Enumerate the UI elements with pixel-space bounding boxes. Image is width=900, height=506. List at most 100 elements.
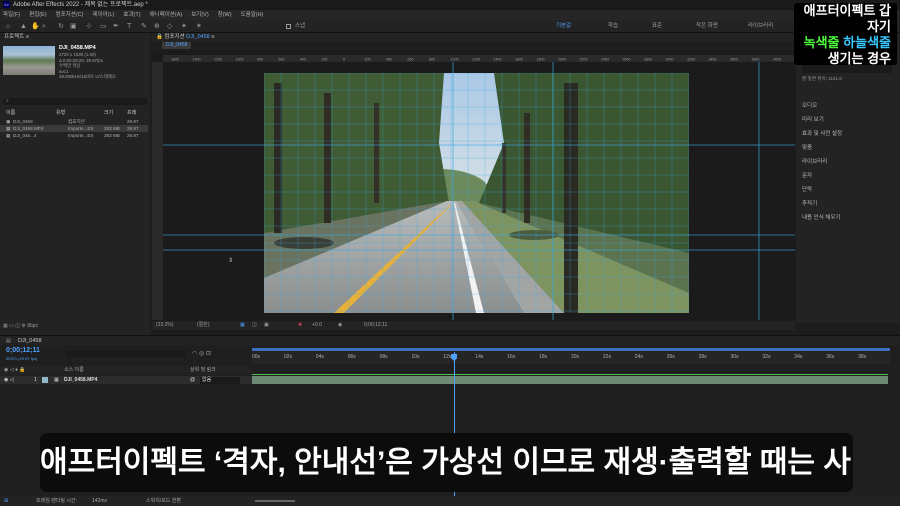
timeline-tab[interactable]: DJI_0458 <box>18 337 42 345</box>
menu-item-1[interactable]: 편집(E) <box>29 12 46 18</box>
rectangle-tool-icon[interactable]: ▭ <box>100 23 107 30</box>
layer-label-color[interactable] <box>42 377 48 383</box>
vertical-ruler[interactable] <box>152 62 163 320</box>
menu-item-6[interactable]: 보기(V) <box>191 12 208 18</box>
viewer-timecode[interactable]: 0;00;12;11 <box>364 321 387 330</box>
layer-visibility-icon[interactable]: ◉ ◁ <box>4 376 14 384</box>
shy-icon[interactable]: ◠ <box>192 351 197 357</box>
snap-checkbox[interactable] <box>286 24 291 29</box>
interpret-footage-icon[interactable]: ▦ <box>3 323 8 329</box>
panel-item[interactable]: 추적기 <box>802 199 817 207</box>
snapshot-icon[interactable]: ◉ <box>338 321 342 330</box>
puppet-tool-icon[interactable]: ✶ <box>196 23 203 30</box>
layer-name[interactable]: DJI_0458.MP4 <box>64 376 97 384</box>
project-item[interactable]: ▣ DJI_0458 컴포지션 29.97 <box>0 118 148 125</box>
motion-blur-icon[interactable]: ◎ <box>199 351 204 357</box>
comp-breadcrumb[interactable]: DJI_0458 <box>162 42 192 49</box>
panel-item[interactable]: 문자 <box>802 171 812 179</box>
time-ruler[interactable]: 00s 02s 04s 06s 08s 10s 12s 14s 16s 18s 20s 22s 24s 2… <box>252 352 890 364</box>
panel-item[interactable]: 내용 인식 채우기 <box>802 213 840 221</box>
transparency-grid-icon[interactable]: ▣ <box>264 321 269 330</box>
time-tick-label: 38s <box>858 354 867 360</box>
parent-header[interactable]: 상위 및 링크 <box>190 366 216 375</box>
menu-item-2[interactable]: 컴포지션(C) <box>56 12 84 18</box>
source-name-header[interactable]: 소스 이름 <box>64 366 84 375</box>
timeline-footer: ⊞ 프레임 렌더링 시간: 142ms 스위치/모드 전환 <box>0 496 900 506</box>
current-time[interactable]: 0;00;12;11 <box>6 347 40 354</box>
comp-flowchart-icon[interactable]: ⊞ <box>4 496 8 506</box>
work-area-bar[interactable] <box>252 348 890 351</box>
banner-line-3: 생기는 경우 <box>827 51 891 66</box>
ruler-tick-label: 0 <box>343 58 345 62</box>
banner-blue-word: 하늘색줄 <box>843 35 891 50</box>
horizontal-ruler[interactable]: 1600 1400 1200 1000 800 600 400 200 0 200 400 600 80… <box>163 55 795 62</box>
project-panel-header[interactable]: 프로젝트 ≡ <box>0 33 150 42</box>
render-time-label: 프레임 렌더링 시간: <box>36 498 77 504</box>
parent-pickwhip-icon[interactable]: @ <box>190 376 195 384</box>
workspace-tab[interactable]: 기본값 <box>556 22 571 31</box>
selection-tool-icon[interactable]: ▲ <box>20 23 27 30</box>
panel-item[interactable]: 효과 및 사전 설정 <box>802 129 842 137</box>
menu-item-3[interactable]: 레이어(L) <box>93 12 115 18</box>
snap-label: 스냅 <box>295 23 306 29</box>
ruler-tick-label: 3000 <box>666 58 674 62</box>
panel-item[interactable]: 단락 <box>802 185 812 193</box>
graph-editor-icon[interactable]: ⊡ <box>206 351 211 357</box>
zoom-slider[interactable] <box>255 500 295 502</box>
menu-item-0[interactable]: 파일(F) <box>3 12 20 18</box>
render-queue-icon[interactable]: ▤ <box>6 337 11 345</box>
project-column-header[interactable]: 유형 <box>56 109 65 116</box>
toggle-switches-modes[interactable]: 스위치/모드 전환 <box>146 496 181 506</box>
layer-row[interactable]: ◉ ◁ 1 ▦ DJI_0458.MP4 @ 없음 <box>0 376 252 384</box>
workspace-tab[interactable]: 라이브러리 <box>748 22 773 31</box>
color-channel-icon[interactable]: ✤ <box>298 321 302 330</box>
eraser-tool-icon[interactable]: ◇ <box>167 23 174 30</box>
zoom-dropdown[interactable]: (33.3%) <box>156 321 174 330</box>
menu-item-7[interactable]: 창(W) <box>218 12 232 18</box>
mask-toggle-icon[interactable]: ◫ <box>252 321 257 330</box>
timeline-search-input[interactable] <box>66 350 186 357</box>
workspace-tabs: 기본값 학습 표준 작은 화면 라이브러리 <box>556 20 796 33</box>
new-comp-icon[interactable]: ◫ <box>15 323 20 329</box>
rotate-tool-icon[interactable]: ↻ <box>58 23 65 30</box>
home-icon[interactable]: ⌂ <box>6 23 13 30</box>
project-column-header[interactable]: 프레 <box>127 109 136 116</box>
comp-tab-name[interactable]: DJI_0458 <box>186 34 210 40</box>
layer-duration-bar[interactable] <box>252 376 888 384</box>
panel-item[interactable]: 라이브러리 <box>802 157 827 165</box>
resolution-dropdown[interactable]: (절반) <box>197 321 210 330</box>
panel-item[interactable]: 맞춤 <box>802 143 812 151</box>
menu-item-8[interactable]: 도움말(H) <box>241 12 264 18</box>
bit-depth-label[interactable]: 8bpc <box>27 323 38 329</box>
workspace-tab[interactable]: 학습 <box>608 22 618 31</box>
footage-thumbnail <box>3 46 55 75</box>
anchor-tool-icon[interactable]: ⊹ <box>86 23 93 30</box>
menu-item-4[interactable]: 효과(T) <box>123 12 140 18</box>
pen-tool-icon[interactable]: ✒ <box>113 23 120 30</box>
project-search-input[interactable]: ⌕ <box>3 98 147 105</box>
project-column-header[interactable]: 이름 <box>6 109 15 116</box>
clone-stamp-tool-icon[interactable]: ⊕ <box>154 23 161 30</box>
new-folder-icon[interactable]: ▭ <box>9 323 14 329</box>
project-item[interactable]: ▦ DJI_0458.MP4 Importe...EX 283 MB 29.97 <box>0 125 148 132</box>
workspace-tab[interactable]: 표준 <box>652 22 662 31</box>
project-item[interactable]: ▦ DJI_045...4 Importe...EX 283 MB 29.97 <box>0 132 148 139</box>
brush-tool-icon[interactable]: ✎ <box>141 23 148 30</box>
grid-toggle-icon[interactable]: ▦ <box>240 321 245 330</box>
hand-tool-icon[interactable]: ✋ <box>31 23 40 30</box>
panel-item[interactable]: 오디오 <box>802 101 817 109</box>
footage-icon: ▦ <box>6 133 11 138</box>
lock-icon[interactable]: 🔒 <box>156 34 163 40</box>
project-settings-icon[interactable]: ⚙ <box>21 323 25 329</box>
roto-brush-tool-icon[interactable]: ✦ <box>181 23 188 30</box>
composition-panel-header[interactable]: 🔒 컴포지션 DJI_0458 ≡ <box>152 33 795 42</box>
menu-item-5[interactable]: 애니메이션(A) <box>150 12 183 18</box>
parent-dropdown[interactable]: 없음 <box>200 376 240 384</box>
camera-tool-icon[interactable]: ▣ <box>70 23 77 30</box>
panel-item[interactable]: 미리 보기 <box>802 115 824 123</box>
type-tool-icon[interactable]: T <box>127 23 134 30</box>
exposure-value[interactable]: +0.0 <box>312 321 322 330</box>
project-column-header[interactable]: 크기 <box>104 109 113 116</box>
workspace-tab[interactable]: 작은 화면 <box>696 22 718 31</box>
zoom-tool-icon[interactable]: ⌕ <box>42 23 49 30</box>
